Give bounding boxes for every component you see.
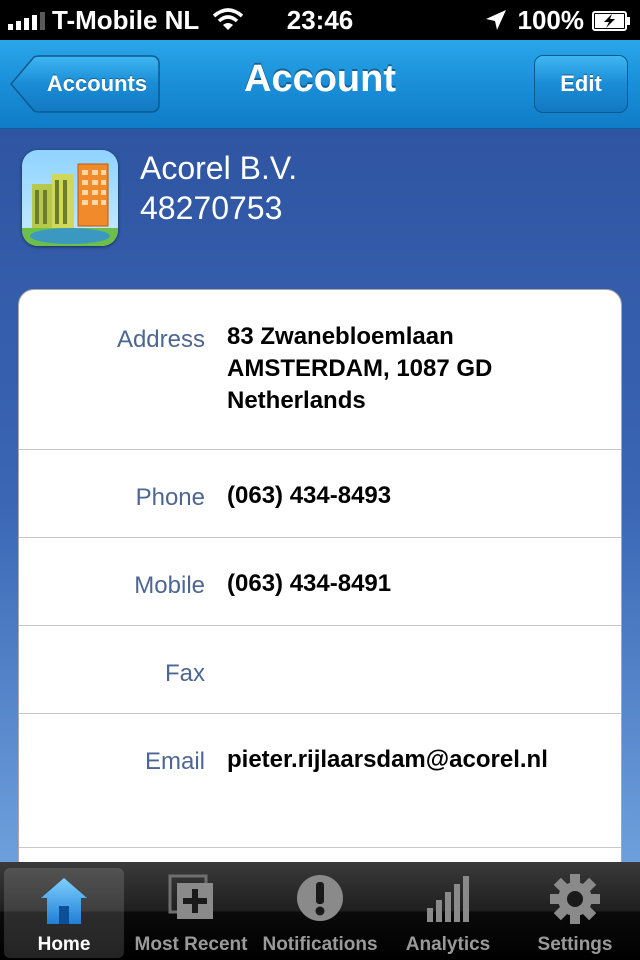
tab-label: Most Recent xyxy=(134,934,248,955)
tab-label: Home xyxy=(37,934,91,955)
mobile-row[interactable]: Mobile (063) 434-8491 xyxy=(19,538,621,626)
gear-icon xyxy=(550,874,600,924)
account-name: Acorel B.V. xyxy=(140,150,298,186)
phone-row[interactable]: Phone (063) 434-8493 xyxy=(19,450,621,538)
account-number: 48270753 xyxy=(140,190,283,226)
email-value: pieter.rijlaarsdam@acorel.nl xyxy=(227,746,548,773)
address-label: Address xyxy=(116,326,205,353)
most-recent-icon xyxy=(168,874,213,919)
address-value: 83 Zwanebloemlaan AMSTERDAM, 1087 GD Net… xyxy=(227,321,492,417)
exclamation-icon xyxy=(297,875,343,921)
address-row[interactable]: Address 83 Zwanebloemlaan AMSTERDAM, 108… xyxy=(19,290,621,450)
tab-notifications[interactable]: Notifications xyxy=(256,862,384,960)
phone-value: (063) 434-8493 xyxy=(227,482,392,509)
address-line: 83 Zwanebloemlaan xyxy=(227,323,454,350)
address-line: Netherlands xyxy=(227,387,366,414)
mobile-label: Mobile xyxy=(134,572,205,599)
tab-analytics[interactable]: Analytics xyxy=(386,862,510,960)
fax-row[interactable]: Fax xyxy=(19,626,621,714)
bar-chart-icon xyxy=(427,876,469,922)
location-arrow-icon xyxy=(486,10,506,30)
tab-label: Notifications xyxy=(262,934,378,955)
company-building-icon xyxy=(22,150,118,246)
tab-settings[interactable]: Settings xyxy=(512,862,638,960)
fax-label: Fax xyxy=(164,660,205,687)
edit-button[interactable]: Edit xyxy=(534,55,628,113)
email-row[interactable]: Email pieter.rijlaarsdam@acorel.nl xyxy=(19,714,621,848)
mobile-value: (063) 434-8491 xyxy=(227,570,392,597)
email-label: Email xyxy=(144,748,205,775)
home-icon xyxy=(41,878,87,924)
tab-label: Analytics xyxy=(405,934,491,955)
tab-label: Settings xyxy=(537,934,613,955)
address-line: AMSTERDAM, 1087 GD xyxy=(227,355,493,382)
battery-percentage: 100% xyxy=(517,5,585,35)
tab-home[interactable]: Home xyxy=(4,868,124,958)
tab-bar: Home Most Recent Notifications Analytics… xyxy=(0,862,640,960)
account-details-card: Address 83 Zwanebloemlaan AMSTERDAM, 108… xyxy=(18,289,622,929)
battery-charging-icon xyxy=(592,11,630,31)
status-bar: T-Mobile NL 23:46 100% xyxy=(0,0,640,40)
phone-label: Phone xyxy=(135,484,205,511)
tab-most-recent[interactable]: Most Recent xyxy=(128,862,254,960)
navigation-bar: Accounts Account Edit xyxy=(0,40,640,129)
